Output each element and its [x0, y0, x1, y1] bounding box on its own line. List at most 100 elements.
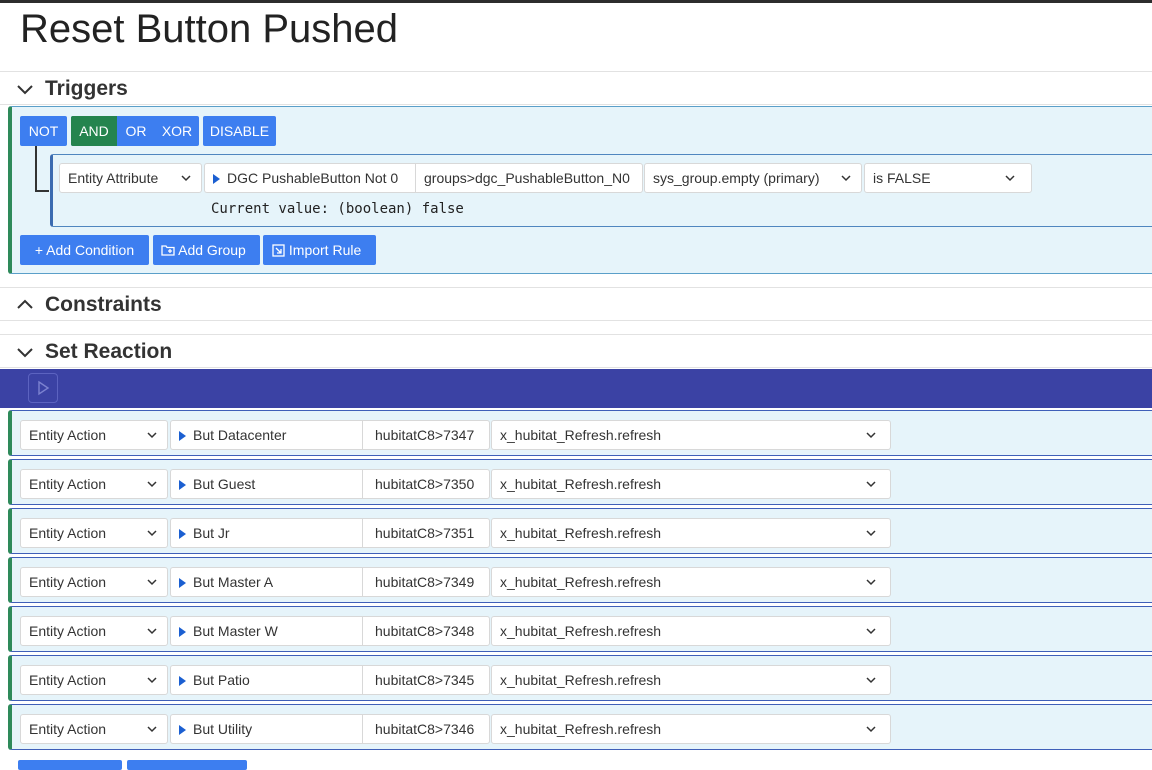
action-method-select[interactable]: x_hubitat_Refresh.refresh [491, 518, 891, 548]
page-title: Reset Button Pushed [20, 7, 399, 51]
action-method-select[interactable]: x_hubitat_Refresh.refresh [491, 469, 891, 499]
action-entity-id: hubitatC8>7347 [375, 427, 475, 443]
action-type-select[interactable]: Entity Action [20, 420, 168, 450]
action-entity-picker[interactable]: But Guest [170, 469, 362, 499]
run-reaction-button[interactable] [28, 373, 58, 403]
action-method-select[interactable]: x_hubitat_Refresh.refresh [491, 665, 891, 695]
expand-triangle-icon [179, 725, 186, 735]
action-method-value: x_hubitat_Refresh.refresh [500, 672, 662, 688]
action-type-value: Entity Action [29, 574, 107, 590]
action-type-value: Entity Action [29, 672, 107, 688]
action-entity-name: But Jr [193, 525, 230, 541]
condition-entity-picker[interactable]: DGC PushableButton Not 0 [204, 163, 415, 193]
chevron-down-icon [866, 677, 876, 684]
condition-attribute-select[interactable]: sys_group.empty (primary) [644, 163, 862, 193]
add-action-group-button[interactable] [127, 760, 247, 770]
section-triggers-header[interactable]: Triggers [0, 71, 1152, 105]
action-method-value: x_hubitat_Refresh.refresh [500, 525, 662, 541]
action-entity-name: But Guest [193, 476, 256, 492]
action-type-value: Entity Action [29, 623, 107, 639]
xor-button[interactable]: XOR [155, 116, 199, 146]
condition-entity-id: groups>dgc_PushableButton_N0 [415, 163, 643, 193]
action-method-select[interactable]: x_hubitat_Refresh.refresh [491, 420, 891, 450]
chevron-down-icon [181, 175, 191, 182]
condition-type-select[interactable]: Entity Attribute [59, 163, 202, 193]
action-method-select[interactable]: x_hubitat_Refresh.refresh [491, 616, 891, 646]
action-entity-picker[interactable]: But Utility [170, 714, 362, 744]
import-rule-button[interactable]: Import Rule [263, 235, 376, 265]
chevron-down-icon [866, 530, 876, 537]
disable-button[interactable]: DISABLE [203, 116, 276, 146]
action-entity-id: hubitatC8>7351 [375, 525, 475, 541]
condition-operator-select[interactable]: is FALSE [864, 163, 1032, 193]
import-icon [272, 244, 285, 257]
action-type-select[interactable]: Entity Action [20, 616, 168, 646]
action-method-select[interactable]: x_hubitat_Refresh.refresh [491, 714, 891, 744]
not-button[interactable]: NOT [20, 116, 67, 146]
import-rule-label: Import Rule [288, 242, 362, 258]
reaction-toolbar [0, 369, 1152, 408]
action-method-value: x_hubitat_Refresh.refresh [500, 574, 662, 590]
action-method-select[interactable]: x_hubitat_Refresh.refresh [491, 567, 891, 597]
expand-triangle-icon [179, 431, 186, 441]
action-entity-id-field: hubitatC8>7345 [362, 665, 490, 695]
action-entity-id: hubitatC8>7345 [375, 672, 475, 688]
action-entity-id-field: hubitatC8>7351 [362, 518, 490, 548]
section-reaction-header[interactable]: Set Reaction [0, 334, 1152, 368]
action-entity-id-field: hubitatC8>7349 [362, 567, 490, 597]
action-method-value: x_hubitat_Refresh.refresh [500, 721, 662, 737]
chevron-down-icon [147, 530, 157, 537]
expand-triangle-icon [179, 627, 186, 637]
section-constraints-header[interactable]: Constraints [0, 287, 1152, 321]
expand-triangle-icon [179, 578, 186, 588]
action-method-value: x_hubitat_Refresh.refresh [500, 476, 662, 492]
action-type-value: Entity Action [29, 427, 107, 443]
chevron-down-icon [866, 628, 876, 635]
action-entity-name: But Master W [193, 623, 278, 639]
expand-triangle-icon [213, 174, 220, 184]
action-entity-picker[interactable]: But Master A [170, 567, 362, 597]
action-entity-picker[interactable]: But Patio [170, 665, 362, 695]
action-entity-id: hubitatC8>7349 [375, 574, 475, 590]
action-entity-id: hubitatC8>7346 [375, 721, 475, 737]
action-type-select[interactable]: Entity Action [20, 469, 168, 499]
expand-triangle-icon [179, 676, 186, 686]
add-group-button[interactable]: Add Group [153, 235, 260, 265]
and-button[interactable]: AND [71, 116, 117, 146]
current-value-text: Current value: (boolean) false [211, 201, 464, 217]
action-type-select[interactable]: Entity Action [20, 714, 168, 744]
chevron-down-icon [866, 432, 876, 439]
or-button[interactable]: OR [117, 116, 155, 146]
chevron-down-icon [147, 432, 157, 439]
action-entity-picker[interactable]: But Jr [170, 518, 362, 548]
action-type-value: Entity Action [29, 721, 107, 737]
chevron-down-icon [147, 677, 157, 684]
expand-triangle-icon [179, 529, 186, 539]
action-type-select[interactable]: Entity Action [20, 567, 168, 597]
chevron-down-icon [841, 175, 851, 182]
action-type-select[interactable]: Entity Action [20, 518, 168, 548]
condition-attribute-value: sys_group.empty (primary) [653, 170, 820, 186]
action-entity-name: But Master A [193, 574, 274, 590]
expand-triangle-icon [179, 480, 186, 490]
action-method-value: x_hubitat_Refresh.refresh [500, 623, 662, 639]
chevron-down-icon [147, 726, 157, 733]
section-triggers-label: Triggers [45, 77, 128, 100]
chevron-down-icon [147, 628, 157, 635]
action-entity-id: hubitatC8>7348 [375, 623, 475, 639]
action-method-value: x_hubitat_Refresh.refresh [500, 427, 662, 443]
logic-operator-group: AND OR XOR [71, 116, 199, 146]
action-type-select[interactable]: Entity Action [20, 665, 168, 695]
chevron-down-icon [17, 348, 33, 358]
action-type-value: Entity Action [29, 476, 107, 492]
action-entity-picker[interactable]: But Master W [170, 616, 362, 646]
add-condition-button[interactable]: + Add Condition [20, 235, 149, 265]
top-bar [0, 0, 1152, 3]
action-entity-id-field: hubitatC8>7347 [362, 420, 490, 450]
chevron-down-icon [866, 481, 876, 488]
add-action-button[interactable] [18, 760, 122, 770]
condition-operator-value: is FALSE [873, 170, 931, 186]
action-type-value: Entity Action [29, 525, 107, 541]
action-entity-picker[interactable]: But Datacenter [170, 420, 362, 450]
chevron-up-icon [17, 299, 33, 309]
